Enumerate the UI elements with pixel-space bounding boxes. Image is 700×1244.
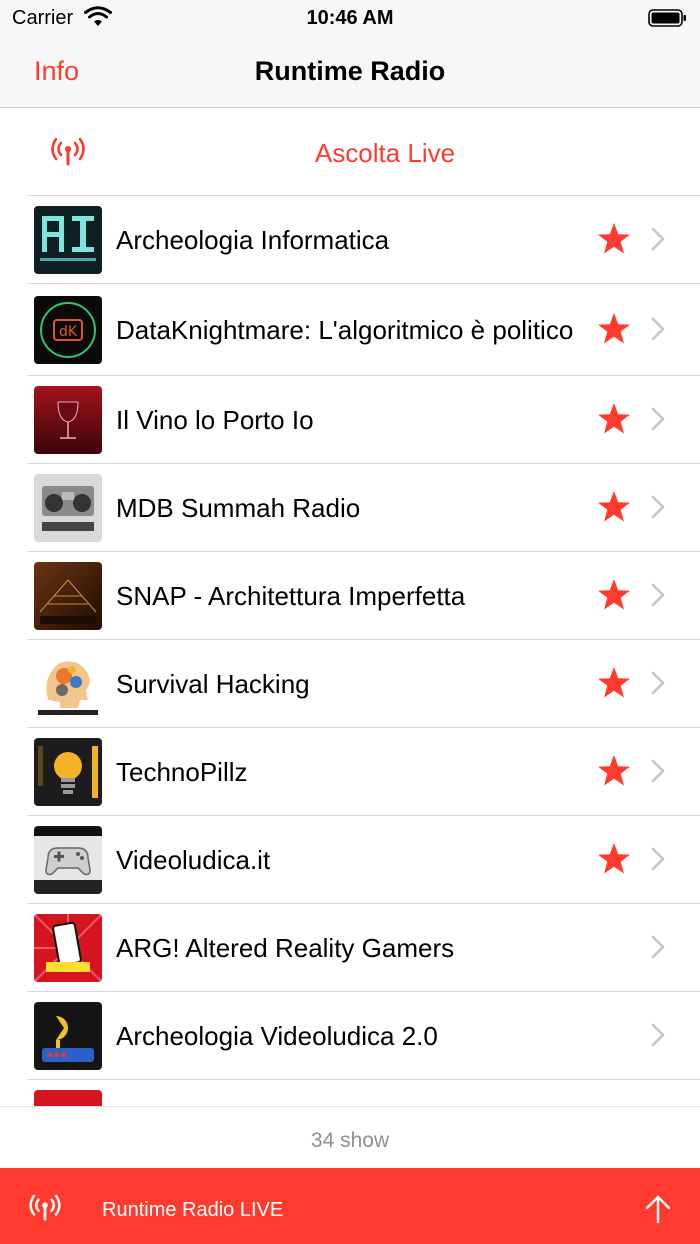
show-title: MDB Summah Radio — [116, 492, 361, 523]
show-row[interactable] — [0, 1080, 700, 1106]
show-row[interactable]: Il Vino lo Porto Io — [0, 376, 700, 464]
show-title: TechnoPillz — [116, 756, 248, 787]
page-title: Runtime Radio — [254, 56, 446, 86]
show-artwork — [34, 738, 102, 806]
chevron-right-icon — [651, 407, 665, 431]
show-artwork — [34, 826, 102, 894]
show-row[interactable]: Archeologia Videoludica 2.0 — [0, 992, 700, 1080]
show-artwork — [34, 474, 102, 542]
chevron-right-icon — [651, 1023, 665, 1047]
show-artwork — [34, 914, 102, 982]
favorite-star-icon[interactable] — [597, 842, 631, 876]
chevron-right-icon — [651, 227, 665, 251]
chevron-right-icon — [651, 847, 665, 871]
chevron-right-icon — [651, 759, 665, 783]
show-row[interactable]: Archeologia Informatica — [0, 196, 700, 284]
clock: 10:46 AM — [306, 7, 394, 29]
show-title: Videoludica.it — [116, 844, 271, 875]
arrow-up-icon[interactable] — [644, 1194, 672, 1224]
favorite-star-icon[interactable] — [597, 666, 631, 700]
show-title: Survival Hacking — [116, 668, 310, 699]
listen-live-label: Ascolta Live — [314, 138, 456, 168]
show-row[interactable]: Videoludica.it — [0, 816, 700, 904]
show-count: 34 show — [310, 1129, 390, 1152]
show-artwork — [34, 562, 102, 630]
favorite-star-icon[interactable] — [597, 490, 631, 524]
show-row[interactable]: MDB Summah Radio — [0, 464, 700, 552]
listen-live-row[interactable]: Ascolta Live — [0, 108, 700, 196]
show-row[interactable]: TechnoPillz — [0, 728, 700, 816]
chevron-right-icon — [651, 935, 665, 959]
list-footer: 34 show — [0, 1106, 700, 1168]
show-artwork — [34, 386, 102, 454]
show-artwork — [34, 206, 102, 274]
show-title: DataKnightmare: L'algoritmico è politico — [116, 314, 574, 345]
show-artwork: dK — [34, 296, 102, 364]
favorite-star-icon[interactable] — [597, 578, 631, 612]
show-row[interactable]: dK DataKnightmare: L'algoritmico è polit… — [0, 284, 700, 376]
show-list[interactable]: Archeologia Informatica dK DataKnightmar… — [0, 196, 700, 1106]
battery-icon — [648, 9, 686, 27]
show-artwork — [34, 1002, 102, 1070]
chevron-right-icon — [651, 495, 665, 519]
show-row[interactable]: ARG! Altered Reality Gamers — [0, 904, 700, 992]
chevron-right-icon — [651, 317, 665, 341]
show-title: Il Vino lo Porto Io — [116, 404, 314, 435]
player-title: Runtime Radio LIVE — [102, 1199, 284, 1221]
navigation-bar: Info Runtime Radio — [0, 40, 700, 108]
chevron-right-icon — [651, 671, 665, 695]
live-player-bar[interactable]: Runtime Radio LIVE — [0, 1168, 700, 1244]
status-bar: Carrier 10:46 AM — [0, 0, 700, 40]
show-title: Archeologia Videoludica 2.0 — [116, 1020, 438, 1051]
svg-text:dK: dK — [59, 324, 78, 340]
chevron-right-icon — [651, 583, 665, 607]
show-row[interactable]: SNAP - Architettura Imperfetta — [0, 552, 700, 640]
favorite-star-icon[interactable] — [597, 402, 631, 436]
favorite-star-icon[interactable] — [597, 312, 631, 346]
show-artwork — [34, 650, 102, 718]
show-artwork — [34, 1090, 102, 1106]
show-title: Archeologia Informatica — [116, 224, 390, 255]
show-row[interactable]: Survival Hacking — [0, 640, 700, 728]
favorite-star-icon[interactable] — [597, 754, 631, 788]
show-title: SNAP - Architettura Imperfetta — [116, 580, 466, 611]
antenna-icon — [29, 1195, 61, 1221]
favorite-star-icon[interactable] — [597, 222, 631, 256]
show-title: ARG! Altered Reality Gamers — [116, 932, 455, 963]
